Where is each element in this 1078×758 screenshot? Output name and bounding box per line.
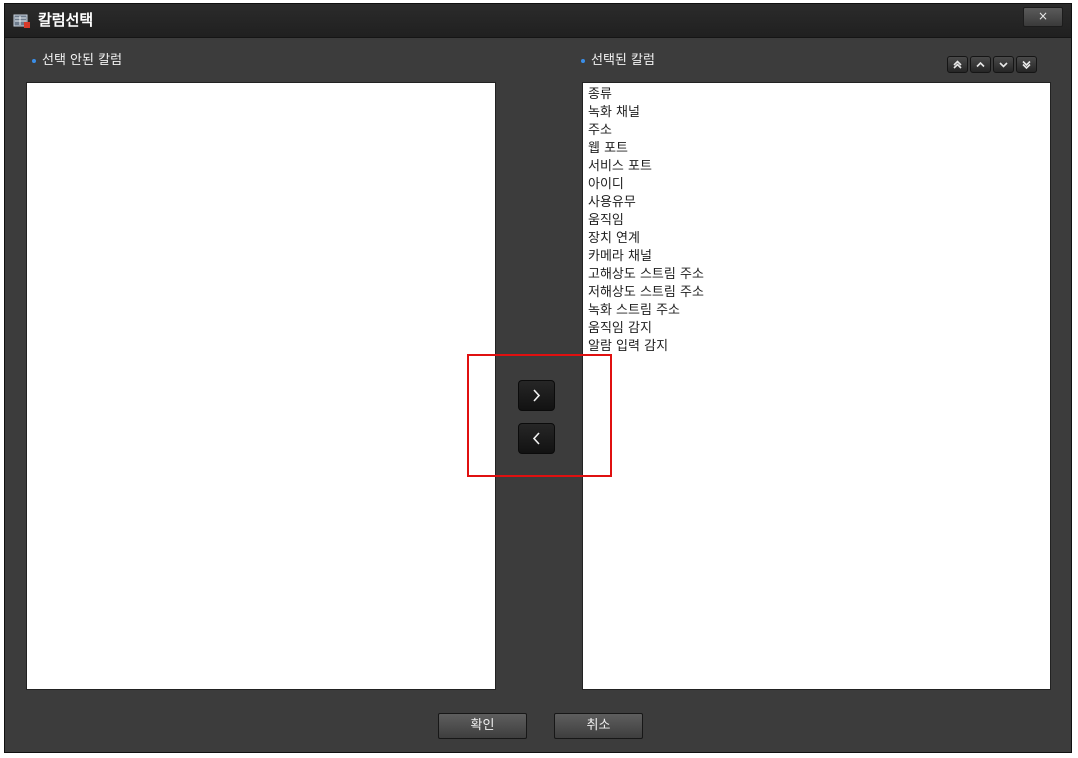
move-top-icon (953, 60, 962, 69)
move-bottom-icon (1022, 60, 1031, 70)
list-item[interactable]: 고해상도 스트림 주소 (583, 266, 1050, 284)
move-up-button[interactable] (970, 56, 991, 73)
list-item[interactable]: 서비스 포트 (583, 158, 1050, 176)
list-item[interactable]: 주소 (583, 122, 1050, 140)
highlight-annotation (467, 354, 612, 477)
list-item[interactable]: 종류 (583, 86, 1050, 104)
ok-button[interactable]: 확인 (438, 713, 527, 739)
list-item[interactable]: 장치 연계 (583, 230, 1050, 248)
list-item[interactable]: 저해상도 스트림 주소 (583, 284, 1050, 302)
selected-columns-list[interactable]: 종류 녹화 채널 주소 웹 포트 서비스 포트 아이디 사용유무 움직임 장치 연계 카메라 채널… (582, 82, 1051, 690)
move-bottom-button[interactable] (1016, 56, 1037, 73)
list-item[interactable]: 사용유무 (583, 194, 1050, 212)
move-top-button[interactable] (947, 56, 968, 73)
close-icon: × (1037, 9, 1049, 23)
selected-columns-label: 선택된 칼럼 (581, 53, 655, 69)
cancel-button[interactable]: 취소 (554, 713, 643, 739)
list-item[interactable]: 아이디 (583, 176, 1050, 194)
move-down-icon (999, 62, 1008, 68)
unselected-columns-label: 선택 안된 칼럼 (32, 53, 122, 69)
list-item[interactable]: 움직임 (583, 212, 1050, 230)
bullet-icon (581, 58, 585, 63)
dialog-title: 칼럼선택 (38, 11, 94, 29)
title-bar: 칼럼선택 × (5, 4, 1071, 38)
list-item[interactable]: 움직임 감지 (583, 320, 1050, 338)
move-down-button[interactable] (993, 56, 1014, 73)
list-item[interactable]: 녹화 채널 (583, 104, 1050, 122)
bullet-icon (32, 58, 36, 63)
move-up-icon (976, 61, 985, 68)
list-item[interactable]: 알람 입력 감지 (583, 338, 1050, 356)
list-item[interactable]: 녹화 스트림 주소 (583, 302, 1050, 320)
column-select-dialog: 칼럼선택 × 선택 안된 칼럼 선택된 칼럼 종류 녹화 채널 주소 웹 포트 … (4, 3, 1072, 753)
close-button[interactable]: × (1023, 7, 1063, 27)
list-item[interactable]: 웹 포트 (583, 140, 1050, 158)
list-item[interactable]: 카메라 채널 (583, 248, 1050, 266)
column-list-icon (13, 12, 31, 29)
unselected-columns-list[interactable] (26, 82, 496, 690)
